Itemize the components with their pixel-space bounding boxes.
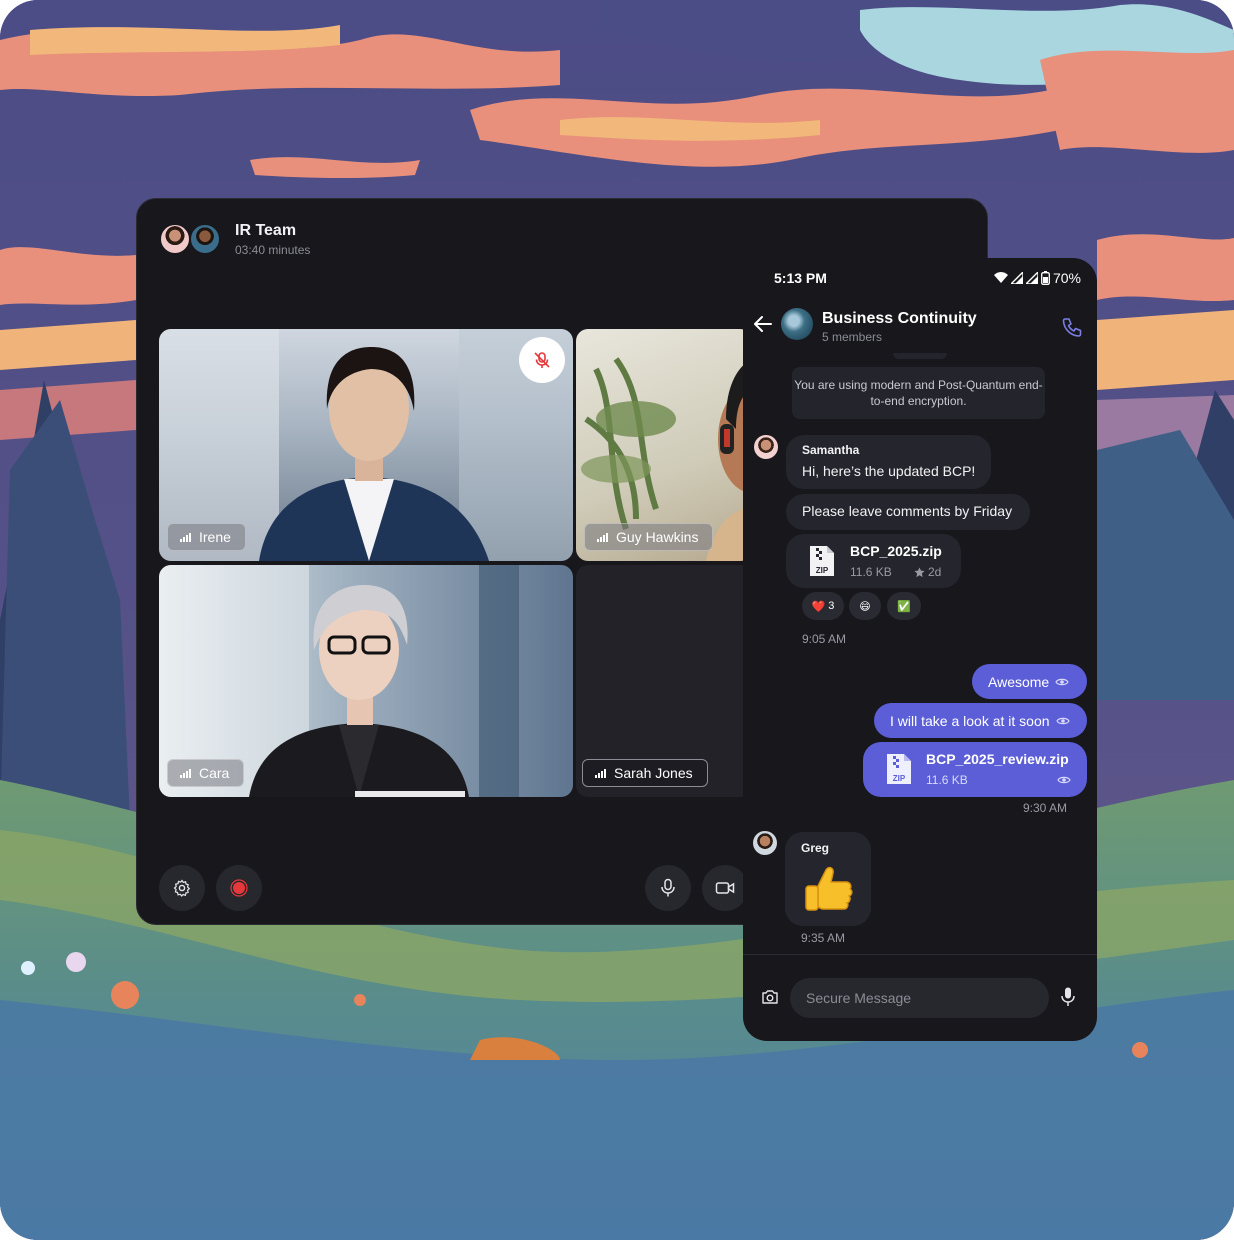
call-title: IR Team xyxy=(235,221,297,239)
mic-icon xyxy=(661,878,675,897)
file-attachment-bubble[interactable]: ZIP BCP_2025.zip 11.6 KB 2d xyxy=(786,534,961,588)
wifi-icon xyxy=(993,272,1008,283)
cellular-signal-icon xyxy=(1010,272,1023,284)
sender-name: Greg xyxy=(801,841,830,855)
read-receipt-eye-icon xyxy=(1057,776,1071,784)
message-text: Please leave comments by Friday xyxy=(802,503,1013,519)
reaction-smile[interactable]: 😄 xyxy=(849,592,881,620)
call-duration: 03:40 minutes xyxy=(235,242,311,257)
message-bubble[interactable]: Greg xyxy=(785,832,871,926)
read-receipt-eye-icon xyxy=(1055,717,1070,724)
cellular-signal-icon xyxy=(1025,272,1038,284)
chat-phone-window: 5:13 PM 70% Business Continuity 5 member… xyxy=(743,258,1097,1041)
message-text: I will take a look at it soon xyxy=(890,712,1050,729)
video-tile-guy-hawkins[interactable]: Guy Hawkins xyxy=(576,329,752,561)
signal-strength-icon xyxy=(180,532,191,542)
mic-off-icon xyxy=(534,352,550,368)
participant-avatars xyxy=(159,223,223,255)
zip-file-icon: ZIP xyxy=(887,754,911,784)
chat-member-count: 5 members xyxy=(822,330,883,344)
video-tile-irene[interactable]: Irene xyxy=(159,329,573,561)
record-button[interactable] xyxy=(216,865,262,911)
video-tile-cara[interactable]: Cara xyxy=(159,565,573,797)
group-avatar[interactable] xyxy=(781,308,813,340)
star-icon xyxy=(914,566,925,577)
participant-name: Sarah Jones xyxy=(614,765,693,781)
signal-strength-icon xyxy=(595,768,606,778)
participant-name-tag: Irene xyxy=(167,523,246,551)
reaction-emoji: 😄 xyxy=(859,600,871,613)
participant-name: Cara xyxy=(199,765,230,781)
record-icon xyxy=(230,879,248,897)
avatar xyxy=(159,223,191,255)
sent-message-bubble[interactable]: Awesome xyxy=(972,664,1087,699)
muted-indicator-button[interactable] xyxy=(519,337,565,383)
file-size: 11.6 KB xyxy=(926,773,968,787)
file-name: BCP_2025_review.zip xyxy=(926,751,1069,767)
background-scene: IR Team 03:40 minutes Irene Guy Hawkins … xyxy=(0,0,1234,1240)
participant-name: Irene xyxy=(199,529,231,545)
file-name: BCP_2025.zip xyxy=(850,543,942,559)
avatar xyxy=(189,223,221,255)
voice-message-mic-icon[interactable] xyxy=(1060,986,1076,1008)
video-tile-sarah-jones[interactable]: Sarah Jones xyxy=(576,565,752,797)
reaction-emoji: ❤️ xyxy=(811,600,826,613)
participant-name-tag: Sarah Jones xyxy=(582,759,708,787)
battery-icon xyxy=(1041,271,1050,285)
message-text: Hi, here’s the updated BCP! xyxy=(802,463,976,479)
participant-name-tag: Guy Hawkins xyxy=(584,523,714,551)
reaction-heart[interactable]: ❤️ 3 xyxy=(802,592,844,620)
camera-icon[interactable] xyxy=(761,989,779,1005)
message-bubble[interactable]: Samantha Hi, here’s the updated BCP! xyxy=(786,435,991,489)
message-text: Awesome xyxy=(988,673,1050,690)
message-timestamp: 9:05 AM xyxy=(802,632,847,646)
signal-strength-icon xyxy=(180,768,191,778)
reaction-emoji: ✅ xyxy=(897,600,911,613)
signal-strength-icon xyxy=(597,532,608,542)
participant-name-tag: Cara xyxy=(167,759,245,787)
sent-message-bubble[interactable]: I will take a look at it soon xyxy=(874,703,1087,738)
call-header: IR Team 03:40 minutes xyxy=(159,221,310,257)
microphone-button[interactable] xyxy=(645,865,691,911)
status-bar: 5:13 PM 70% xyxy=(743,258,1097,298)
date-separator-tab xyxy=(893,353,947,359)
phone-call-icon[interactable] xyxy=(1061,316,1083,338)
participant-name: Guy Hawkins xyxy=(616,529,699,545)
message-bubble[interactable]: Please leave comments by Friday xyxy=(786,494,1030,530)
camera-toggle-button[interactable] xyxy=(702,865,748,911)
reaction-count: 3 xyxy=(828,600,835,612)
file-size: 11.6 KB xyxy=(850,565,892,579)
chat-title[interactable]: Business Continuity xyxy=(822,310,977,328)
status-icons: 70% xyxy=(993,270,1081,286)
video-icon xyxy=(715,882,735,894)
chat-header: Business Continuity 5 members xyxy=(743,302,1097,348)
file-type-label: ZIP xyxy=(893,774,906,783)
reaction-check[interactable]: ✅ xyxy=(887,592,921,620)
status-time: 5:13 PM xyxy=(774,270,827,286)
zip-file-icon: ZIP xyxy=(810,546,834,576)
call-title-block: IR Team 03:40 minutes xyxy=(235,222,310,257)
composer-divider xyxy=(743,954,1097,955)
back-arrow-icon[interactable] xyxy=(753,315,773,333)
file-type-label: ZIP xyxy=(816,566,829,575)
secure-message-input[interactable] xyxy=(790,978,1049,1018)
message-timestamp: 9:35 AM xyxy=(801,931,846,945)
avatar-greg[interactable] xyxy=(753,831,777,855)
avatar-samantha[interactable] xyxy=(754,435,778,459)
read-receipt-eye-icon xyxy=(1055,678,1069,685)
thumbs-up-emoji xyxy=(805,866,853,911)
message-timestamp: 9:30 AM xyxy=(1023,801,1068,815)
settings-button[interactable] xyxy=(159,865,205,911)
file-age-text: 2d xyxy=(928,565,942,579)
encryption-notice: You are using modern and Post-Quantum en… xyxy=(792,367,1045,419)
gear-icon xyxy=(173,879,191,897)
battery-level: 70% xyxy=(1052,270,1081,286)
file-age: 2d xyxy=(914,565,941,579)
sent-file-attachment-bubble[interactable]: ZIP BCP_2025_review.zip 11.6 KB xyxy=(863,742,1087,797)
sender-name: Samantha xyxy=(802,443,860,457)
